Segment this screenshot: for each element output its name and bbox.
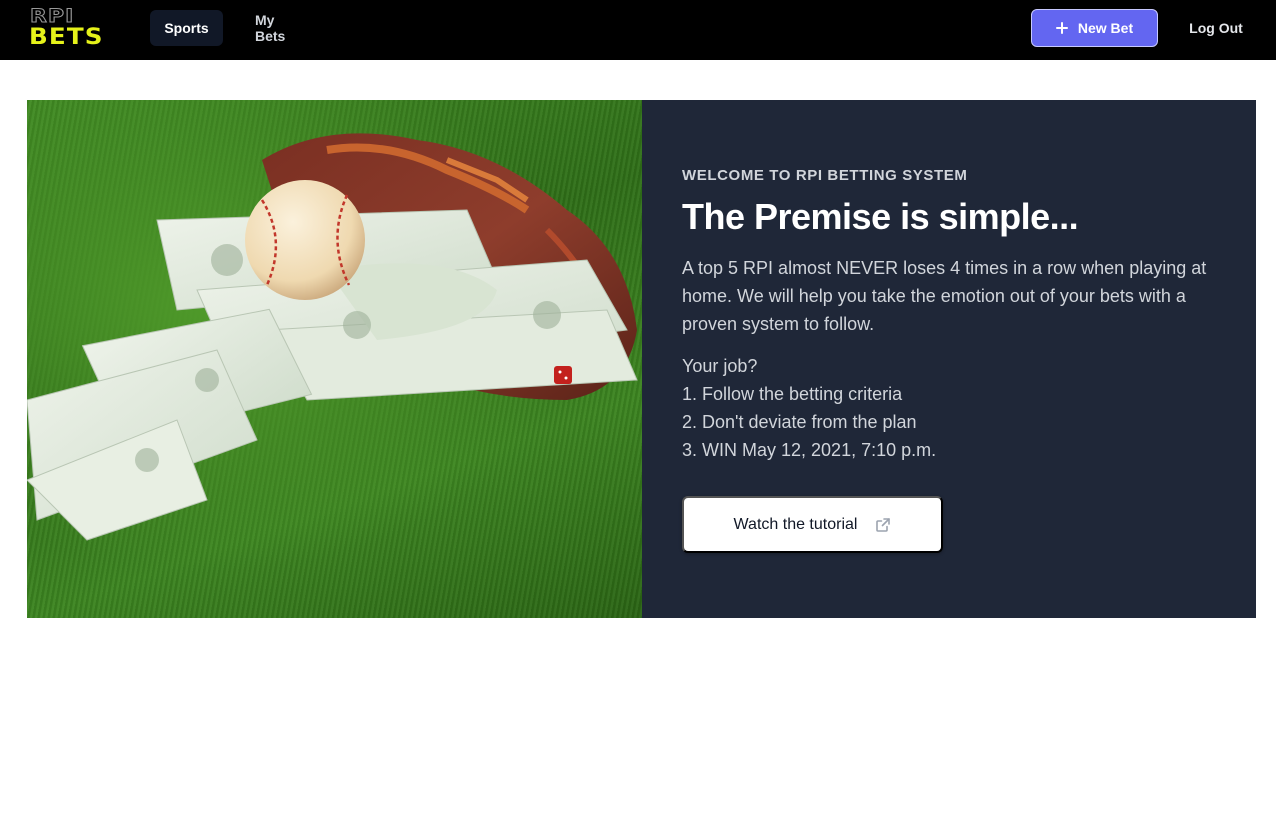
job-step: 2. Don't deviate from the plan	[682, 412, 917, 432]
nav-tab-my-bets[interactable]: My Bets	[240, 10, 320, 46]
logout-link[interactable]: Log Out	[1176, 10, 1256, 46]
hero-description: A top 5 RPI almost NEVER loses 4 times i…	[682, 258, 1207, 334]
job-heading: Your job?	[682, 356, 758, 376]
watch-tutorial-label: Watch the tutorial	[733, 515, 858, 533]
external-link-icon	[875, 517, 891, 533]
hero-section: WELCOME TO RPI BETTING SYSTEM The Premis…	[27, 100, 1256, 618]
hero-headline: The Premise is simple...	[682, 196, 1079, 237]
plus-icon	[1055, 22, 1068, 34]
hero-image	[27, 100, 642, 618]
hero-text-panel: WELCOME TO RPI BETTING SYSTEM The Premis…	[642, 100, 1256, 618]
job-step: 3. WIN May 12, 2021, 7:10 p.m.	[682, 440, 937, 460]
watch-tutorial-button[interactable]: Watch the tutorial	[682, 496, 943, 553]
top-navbar: RPI BETS Sports My Bets New Bet Log Out	[0, 0, 1276, 60]
job-list: Your job? 1. Follow the betting criteria…	[682, 352, 1222, 464]
logo-text-rpi: RPI	[29, 5, 75, 27]
new-bet-label: New Bet	[1077, 20, 1134, 36]
logo-text-bets: BETS	[29, 25, 104, 50]
job-step: 1. Follow the betting criteria	[682, 384, 903, 404]
welcome-eyebrow: WELCOME TO RPI BETTING SYSTEM	[682, 167, 968, 184]
baseball-money-illustration	[27, 133, 638, 541]
rpi-bets-logo[interactable]: RPI BETS	[29, 5, 122, 50]
new-bet-button[interactable]: New Bet	[1031, 9, 1158, 47]
nav-tab-sports[interactable]: Sports	[150, 10, 223, 46]
